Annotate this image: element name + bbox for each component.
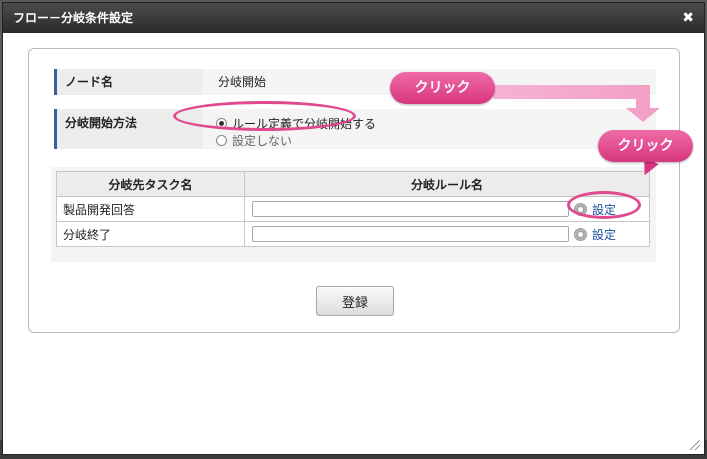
radio-none-label: 設定しない — [232, 134, 293, 148]
set-rule-link[interactable]: 設定 — [592, 226, 616, 243]
highlight-ellipse-settings — [567, 191, 641, 219]
arrow-icon — [493, 85, 648, 99]
callout-click-2: クリック — [598, 130, 693, 162]
dialog-titlebar: フロー－分岐条件設定 ✖ — [3, 3, 704, 33]
rule-cell: 設定 — [244, 221, 650, 247]
column-header-task: 分岐先タスク名 — [56, 171, 245, 197]
rule-name-input[interactable] — [252, 226, 569, 242]
task-name-cell: 分岐終了 — [56, 221, 245, 247]
arrow-down-icon — [626, 108, 660, 122]
highlight-ellipse-radio — [173, 101, 356, 131]
branch-condition-dialog: フロー－分岐条件設定 ✖ ノード名 分岐開始 分岐開始方法 ルール定義で分岐開始… — [2, 2, 705, 455]
dialog-title: フロー－分岐条件設定 — [13, 11, 134, 25]
node-name-value: 分岐開始 — [218, 75, 267, 89]
callout-click-1: クリック — [390, 72, 495, 104]
branch-table-wrapper: 分岐先タスク名 分岐ルール名 製品開発回答 設定 分岐終了 設定 — [51, 167, 656, 262]
gear-icon[interactable] — [574, 227, 587, 241]
radio-none-option[interactable]: 設定しない — [216, 132, 292, 149]
table-row: 製品開発回答 設定 — [56, 196, 650, 222]
task-name-cell: 製品開発回答 — [56, 196, 245, 222]
close-icon[interactable]: ✖ — [682, 3, 694, 33]
table-row: 分岐終了 設定 — [56, 221, 650, 247]
register-button[interactable]: 登録 — [316, 286, 394, 316]
branch-table: 分岐先タスク名 分岐ルール名 製品開発回答 設定 分岐終了 設定 — [56, 171, 650, 247]
table-header-row: 分岐先タスク名 分岐ルール名 — [56, 171, 650, 197]
rule-name-input[interactable] — [252, 201, 569, 217]
radio-none-button[interactable] — [216, 135, 227, 146]
node-name-label: ノード名 — [54, 69, 202, 95]
resize-handle-icon[interactable] — [690, 440, 700, 450]
